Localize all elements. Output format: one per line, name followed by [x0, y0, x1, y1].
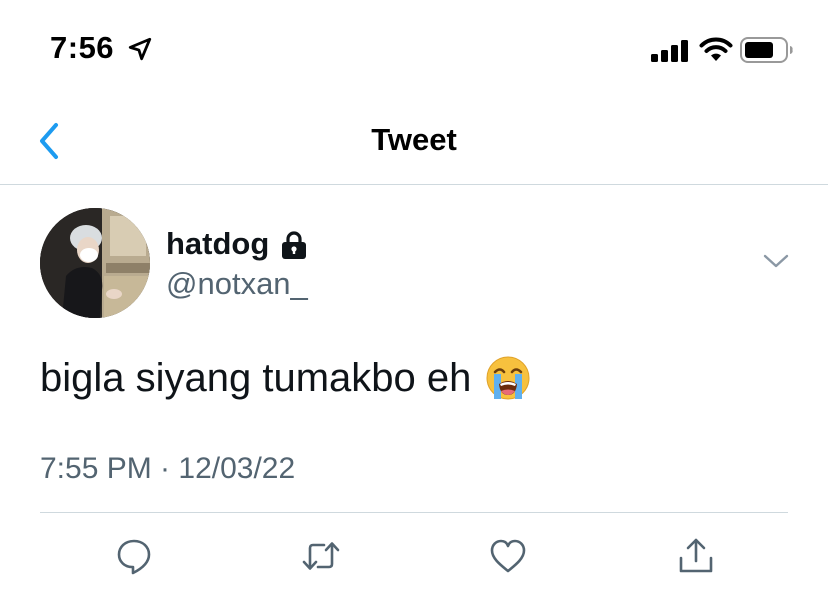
location-arrow-icon — [128, 37, 152, 61]
avatar[interactable] — [40, 208, 150, 318]
tweet-actions — [0, 530, 828, 586]
loudly-crying-face-icon — [486, 356, 530, 400]
wifi-icon — [699, 37, 733, 61]
share-icon — [679, 538, 713, 573]
chevron-down-icon[interactable] — [762, 252, 790, 270]
nav-bar: Tweet — [0, 100, 828, 185]
reply-button[interactable] — [112, 534, 156, 578]
share-button[interactable] — [674, 534, 718, 578]
like-button[interactable] — [486, 534, 530, 578]
lock-icon — [282, 231, 307, 259]
tweet-timestamp[interactable]: 7:55 PM · 12/03/22 — [40, 452, 295, 486]
display-name[interactable]: hatdog — [166, 226, 269, 262]
retweet-button[interactable] — [299, 534, 343, 578]
tweet-text: bigla siyang tumakbo eh — [40, 355, 472, 400]
cellular-signal-icon — [651, 40, 688, 62]
page-title: Tweet — [371, 122, 457, 157]
status-time: 7:56 — [50, 30, 115, 65]
tweet-text-row: bigla siyang tumakbo eh — [40, 355, 531, 401]
status-bar: 7:56 — [0, 0, 828, 100]
reply-icon — [117, 539, 151, 575]
heart-icon — [490, 539, 526, 573]
retweet-icon — [302, 542, 340, 570]
divider — [40, 512, 788, 513]
author-handle[interactable]: @notxan_ — [166, 266, 308, 302]
avatar-photo — [40, 208, 150, 318]
author-name-row[interactable]: hatdog — [166, 225, 307, 263]
battery-icon — [740, 37, 793, 63]
